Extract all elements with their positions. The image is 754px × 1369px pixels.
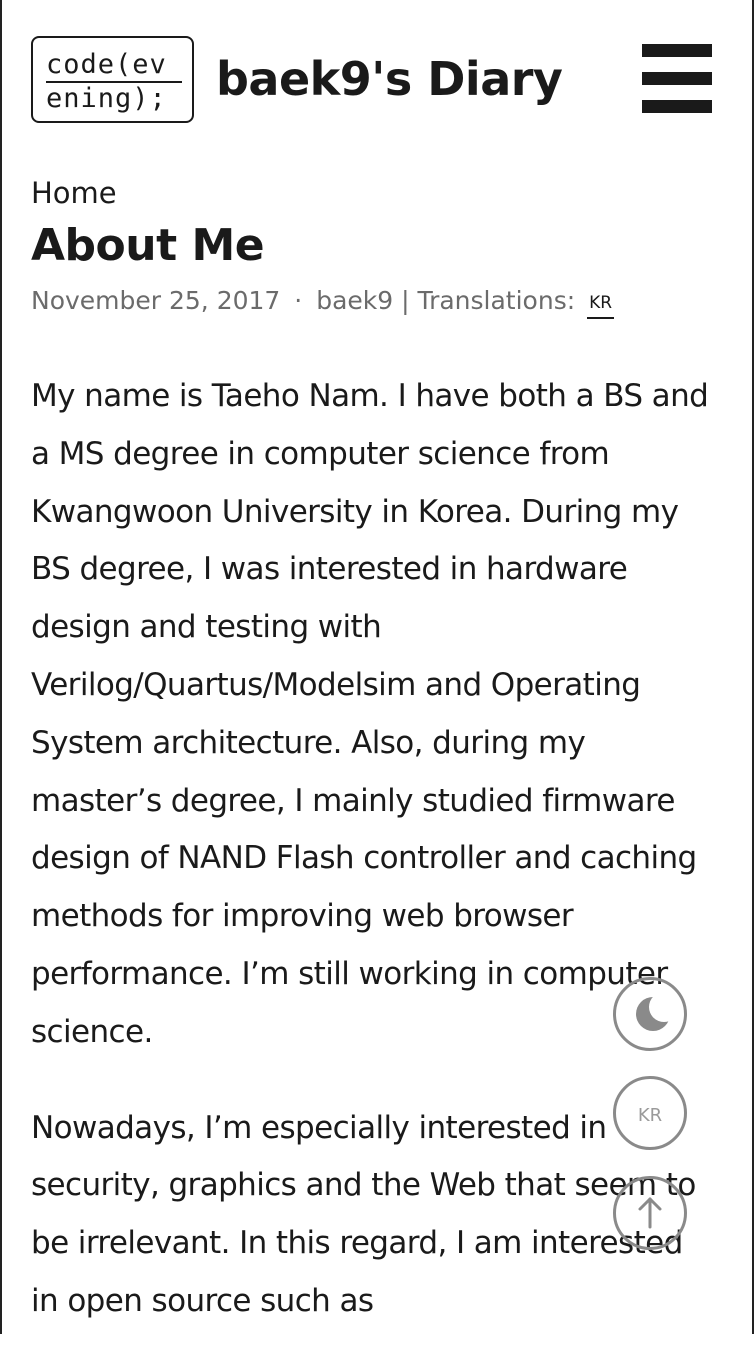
post-date: November 25, 2017 (31, 286, 281, 315)
logo-line-2: ening); (46, 83, 167, 114)
site-logo[interactable]: code(ev ening); (31, 36, 194, 123)
scroll-to-top-button[interactable] (613, 1176, 687, 1250)
language-toggle-button[interactable]: KR (613, 1076, 687, 1150)
site-header: code(ev ening); baek9's Diary (0, 0, 754, 160)
post-meta: November 25, 2017 · baek9 | Translations… (31, 286, 615, 319)
hamburger-menu-icon[interactable] (642, 44, 712, 114)
post-author-link[interactable]: baek9 (316, 286, 393, 315)
menu-bar (642, 44, 712, 57)
translation-link-kr[interactable]: KR (587, 293, 615, 319)
moon-icon-cutout (649, 992, 679, 1022)
breadcrumb-home-link[interactable]: Home (31, 176, 117, 210)
site-title[interactable]: baek9's Diary (216, 52, 563, 106)
menu-bar (642, 100, 712, 113)
language-toggle-label: KR (637, 1105, 663, 1126)
logo-line-1: code(ev (46, 50, 182, 83)
page-title: About Me (31, 220, 265, 271)
menu-bar (642, 72, 712, 85)
post-paragraph: My name is Taeho Nam. I have both a BS a… (31, 378, 709, 1050)
translations-label: | Translations: (401, 286, 576, 315)
arrow-up-icon (638, 1197, 662, 1229)
dark-mode-toggle-button[interactable] (613, 977, 687, 1051)
meta-separator: · (294, 286, 303, 315)
